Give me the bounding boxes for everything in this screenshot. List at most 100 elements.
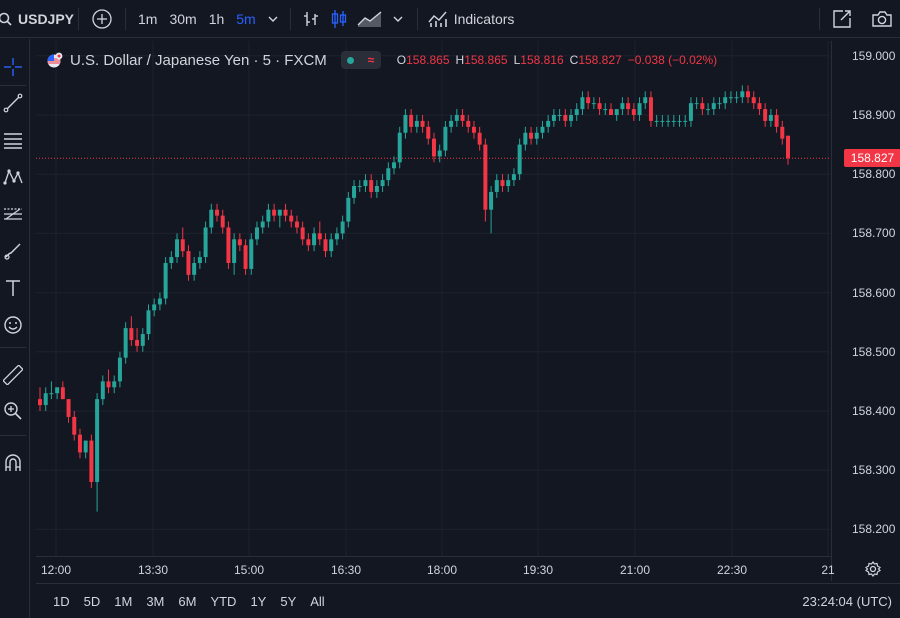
candle[interactable] [494, 174, 499, 198]
candle[interactable] [780, 120, 785, 145]
candle[interactable] [60, 381, 65, 400]
candle[interactable] [43, 387, 48, 411]
candle[interactable] [483, 138, 488, 222]
candle[interactable] [209, 203, 214, 234]
trend-line-tool[interactable] [0, 89, 26, 117]
candle[interactable] [100, 375, 105, 406]
bar-style-button[interactable] [297, 0, 325, 38]
candle[interactable] [254, 221, 259, 246]
candle[interactable] [734, 91, 739, 104]
candle[interactable] [237, 233, 242, 252]
time-axis[interactable]: 12:00 13:30 15:00 16:30 18:00 19:30 21:00 22:30… [36, 556, 835, 582]
candle[interactable] [334, 227, 339, 246]
candle[interactable] [683, 114, 688, 127]
ruler-tool[interactable] [0, 361, 26, 389]
range-button-ytd[interactable]: YTD [203, 594, 243, 609]
candle[interactable] [106, 369, 111, 394]
horizontal-lines-tool[interactable] [0, 126, 26, 154]
candle[interactable] [157, 292, 162, 311]
candle[interactable] [540, 120, 545, 139]
candle[interactable] [357, 180, 362, 192]
candle[interactable] [140, 328, 145, 352]
candle[interactable] [523, 126, 528, 151]
candle[interactable] [466, 114, 471, 133]
candle[interactable] [460, 109, 465, 127]
candle[interactable] [660, 114, 665, 127]
candle[interactable] [72, 410, 77, 441]
candle[interactable] [175, 233, 180, 263]
candle[interactable] [471, 120, 476, 139]
price-axis[interactable]: 159.000 158.900 158.800 158.700 158.600 158.5… [831, 41, 900, 581]
candle[interactable] [363, 174, 368, 192]
candle[interactable] [671, 114, 676, 127]
candle[interactable] [203, 221, 208, 263]
candle[interactable] [369, 174, 374, 198]
interval-5m-button[interactable]: 5m [230, 11, 261, 27]
fib-tool[interactable] [0, 200, 26, 228]
indicators-button[interactable]: Indicators [418, 0, 514, 38]
candle[interactable] [66, 399, 71, 423]
candle[interactable] [392, 156, 397, 175]
candle[interactable] [317, 221, 322, 246]
pattern-tool[interactable] [0, 163, 26, 191]
candle[interactable] [243, 239, 248, 275]
candle[interactable] [700, 97, 705, 115]
candle[interactable] [38, 387, 42, 411]
candle[interactable] [272, 203, 277, 222]
range-button-6m[interactable]: 6M [171, 594, 203, 609]
crosshair-tool[interactable] [0, 53, 26, 81]
candle[interactable] [192, 257, 197, 281]
candle[interactable] [723, 91, 728, 110]
candle[interactable] [186, 245, 191, 281]
candle[interactable] [517, 138, 522, 181]
candle[interactable] [89, 434, 94, 488]
candle[interactable] [232, 233, 237, 275]
candle[interactable] [266, 203, 271, 228]
candle[interactable] [648, 91, 653, 127]
range-button-5y[interactable]: 5Y [273, 594, 303, 609]
candle[interactable] [449, 114, 454, 133]
candle[interactable] [746, 85, 751, 104]
range-button-1d[interactable]: 1D [46, 594, 77, 609]
candle[interactable] [643, 91, 648, 110]
candle[interactable] [374, 180, 379, 198]
interval-30m-button[interactable]: 30m [163, 11, 202, 27]
candle[interactable] [774, 109, 779, 133]
candle[interactable] [289, 209, 294, 228]
candle[interactable] [414, 114, 419, 133]
candle[interactable] [312, 227, 317, 252]
candle[interactable] [420, 114, 425, 133]
market-status-pill[interactable]: ≈ [340, 51, 381, 69]
candle[interactable] [768, 109, 773, 127]
candle[interactable] [529, 126, 534, 145]
candle[interactable] [706, 103, 711, 115]
candle[interactable] [626, 97, 631, 115]
gear-icon[interactable] [864, 560, 882, 578]
candle[interactable] [77, 428, 82, 459]
range-button-1y[interactable]: 1Y [243, 594, 273, 609]
candle[interactable] [511, 168, 516, 187]
candle[interactable] [580, 91, 585, 115]
compare-symbol-button[interactable] [79, 0, 125, 38]
interval-1h-button[interactable]: 1h [203, 11, 231, 27]
candle[interactable] [409, 109, 414, 133]
candle[interactable] [437, 144, 442, 163]
candle[interactable] [249, 233, 254, 275]
candle[interactable] [226, 221, 231, 269]
candle[interactable] [294, 215, 299, 234]
interval-dropdown-button[interactable] [262, 0, 284, 38]
candle[interactable] [489, 186, 494, 234]
candle[interactable] [569, 109, 574, 127]
candle[interactable] [277, 209, 282, 228]
candle[interactable] [717, 97, 722, 110]
candle[interactable] [454, 109, 459, 127]
candle[interactable] [169, 251, 174, 269]
candle[interactable] [403, 109, 408, 139]
candle[interactable] [352, 180, 357, 204]
candle[interactable] [426, 120, 431, 145]
zoom-tool[interactable] [0, 397, 26, 425]
interval-1m-button[interactable]: 1m [132, 11, 163, 27]
range-button-all[interactable]: All [303, 594, 331, 609]
candles-style-button[interactable] [325, 0, 353, 38]
candle[interactable] [197, 251, 202, 269]
